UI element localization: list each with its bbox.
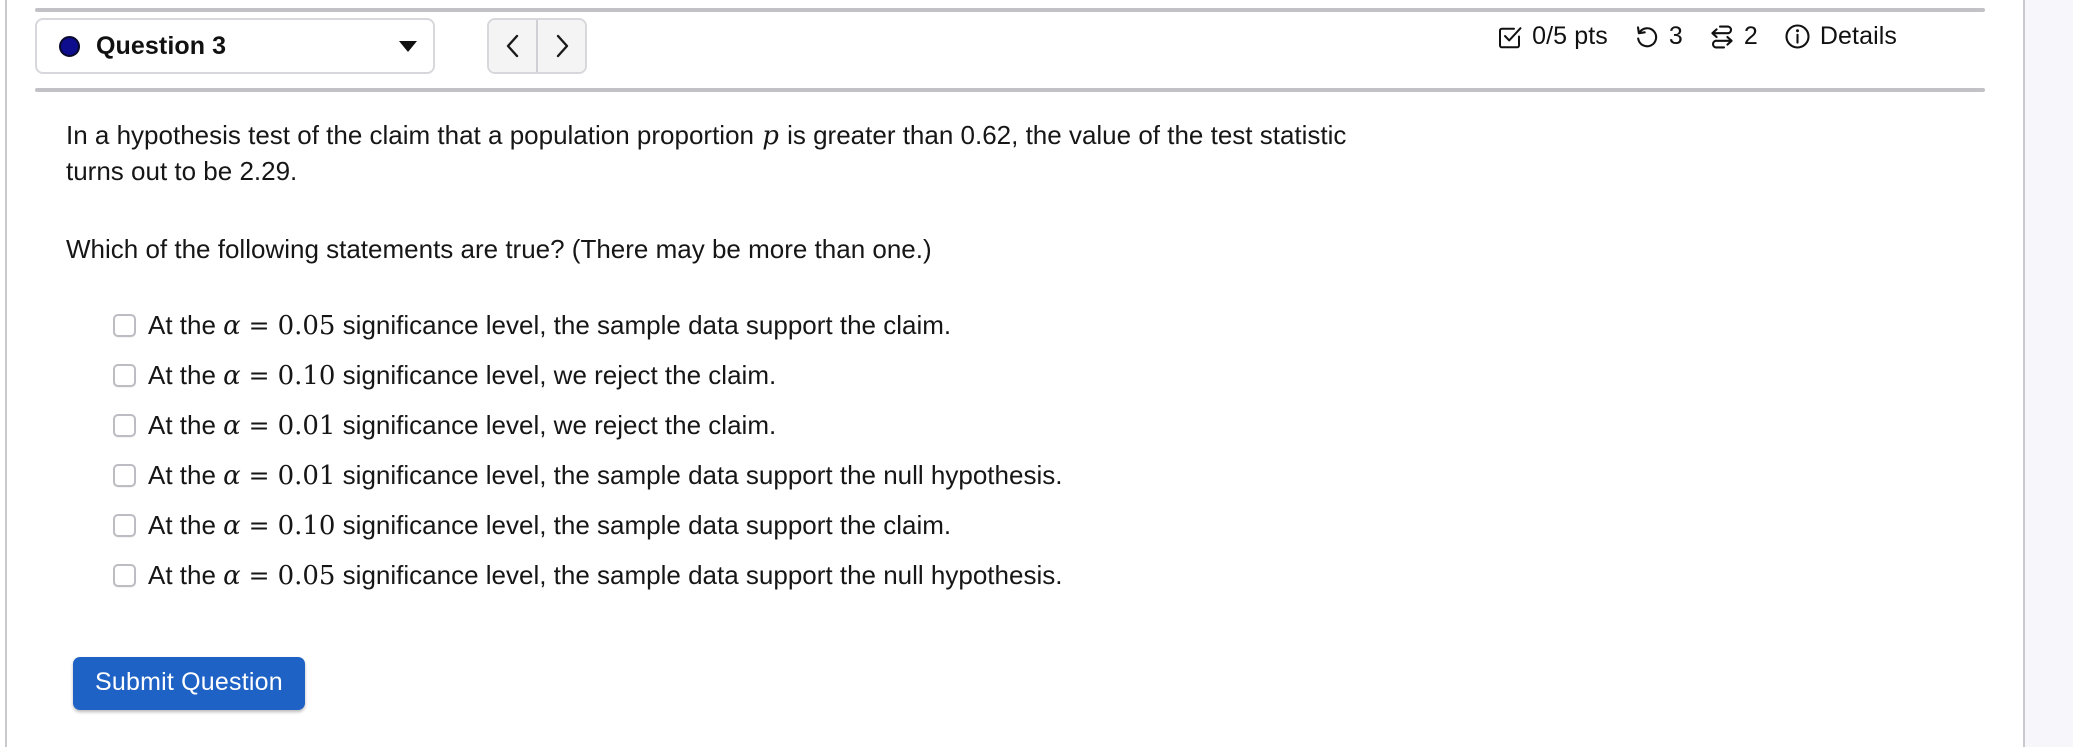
option-alpha-value: 0.01 [277, 411, 336, 442]
option-suffix: significance level, the sample data supp… [335, 310, 952, 341]
option-alpha-symbol: α [223, 361, 241, 392]
question-nav-group [487, 18, 587, 74]
answer-option[interactable]: At the α = 0.05 significance level, the … [113, 301, 1946, 351]
option-alpha-symbol: α [223, 311, 241, 342]
option-suffix: significance level, the sample data supp… [335, 460, 1063, 491]
question-header: Question 3 0/5 pts 3 2 Details [35, 0, 1985, 92]
question-subprompt: Which of the following statements are tr… [66, 234, 932, 265]
versions-value: 2 [1743, 22, 1758, 50]
option-prefix: At the [148, 310, 224, 341]
answer-option-checkbox[interactable] [113, 464, 136, 488]
submit-question-button[interactable]: Submit Question [73, 656, 305, 710]
option-alpha-value: 0.01 [277, 461, 336, 492]
submit-area: Submit Question [66, 656, 1946, 710]
answer-option[interactable]: At the α = 0.01 significance level, the … [113, 451, 1946, 501]
option-prefix: At the [148, 510, 224, 541]
option-suffix: significance level, the sample data supp… [335, 510, 952, 541]
answer-option-checkbox[interactable] [113, 514, 136, 538]
option-equals-sign: = [240, 561, 278, 591]
option-alpha-value: 0.05 [277, 311, 336, 342]
checkbox-check-icon [1497, 24, 1523, 50]
answer-option[interactable]: At the α = 0.10 significance level, we r… [113, 351, 1946, 401]
option-suffix: significance level, we reject the claim. [335, 360, 777, 391]
answer-option-label: At the α = 0.05 significance level, the … [148, 310, 951, 341]
option-equals-sign: = [240, 361, 278, 391]
answer-option[interactable]: At the α = 0.05 significance level, the … [113, 551, 1946, 601]
info-circle-icon [1784, 23, 1811, 50]
attempts-value: 3 [1668, 22, 1683, 50]
versions-status: 2 [1709, 22, 1758, 51]
answer-option-label: At the α = 0.05 significance level, the … [148, 560, 1062, 591]
header-bottom-divider [35, 88, 1985, 92]
left-edge-rule [5, 0, 7, 747]
header-top-divider [35, 8, 1985, 12]
option-alpha-value: 0.10 [277, 361, 336, 392]
option-equals-sign: = [240, 311, 278, 341]
answer-option-label: At the α = 0.10 significance level, we r… [148, 360, 776, 391]
option-equals-sign: = [240, 461, 278, 491]
next-question-button[interactable] [536, 20, 585, 72]
option-alpha-symbol: α [223, 561, 241, 592]
option-suffix: significance level, we reject the claim. [335, 410, 777, 441]
question-selector-dropdown[interactable]: Question 3 [35, 18, 435, 74]
details-label: Details [1819, 22, 1897, 50]
answer-option-checkbox[interactable] [113, 564, 136, 588]
option-prefix: At the [148, 360, 224, 391]
option-suffix: significance level, the sample data supp… [335, 560, 1063, 591]
answer-option-label: At the α = 0.01 significance level, we r… [148, 410, 776, 441]
answer-option[interactable]: At the α = 0.10 significance level, the … [113, 501, 1946, 551]
option-alpha-symbol: α [223, 461, 241, 492]
option-alpha-symbol: α [223, 411, 241, 442]
question-status-dot-icon [59, 35, 80, 57]
answer-option-label: At the α = 0.01 significance level, the … [148, 460, 1062, 491]
undo-rotate-icon [1634, 24, 1660, 50]
question-prompt: In a hypothesis test of the claim that a… [66, 118, 1406, 188]
points-value: 0/5 pts [1532, 22, 1608, 50]
option-prefix: At the [148, 460, 224, 491]
option-equals-sign: = [240, 511, 278, 541]
previous-question-button[interactable] [489, 20, 536, 72]
attempts-status: 3 [1634, 22, 1683, 51]
prompt-math-variable-p: p [762, 121, 779, 151]
quiz-question-page: Question 3 0/5 pts 3 2 Details In a hypo… [0, 0, 2073, 747]
option-prefix: At the [148, 410, 224, 441]
answer-option-checkbox[interactable] [113, 364, 136, 388]
option-equals-sign: = [240, 411, 278, 441]
answer-option[interactable]: At the α = 0.01 significance level, we r… [113, 401, 1946, 451]
answer-options-list: At the α = 0.05 significance level, the … [66, 301, 1946, 601]
option-alpha-value: 0.10 [277, 511, 336, 542]
question-body: In a hypothesis test of the claim that a… [66, 118, 1946, 710]
answer-option-checkbox[interactable] [113, 314, 136, 338]
right-side-panel [2023, 0, 2073, 747]
swap-exchange-icon [1709, 24, 1735, 50]
answer-option-label: At the α = 0.10 significance level, the … [148, 510, 951, 541]
chevron-down-icon [399, 40, 417, 52]
option-alpha-symbol: α [223, 511, 241, 542]
details-link[interactable]: Details [1784, 22, 1897, 51]
question-status-bar: 0/5 pts 3 2 Details [1497, 22, 1897, 51]
prompt-text-part1: In a hypothesis test of the claim that a… [66, 120, 762, 150]
option-prefix: At the [148, 560, 224, 591]
answer-option-checkbox[interactable] [113, 414, 136, 438]
points-status: 0/5 pts [1497, 22, 1608, 51]
option-alpha-value: 0.05 [277, 561, 336, 592]
question-selector-label: Question 3 [96, 31, 227, 60]
